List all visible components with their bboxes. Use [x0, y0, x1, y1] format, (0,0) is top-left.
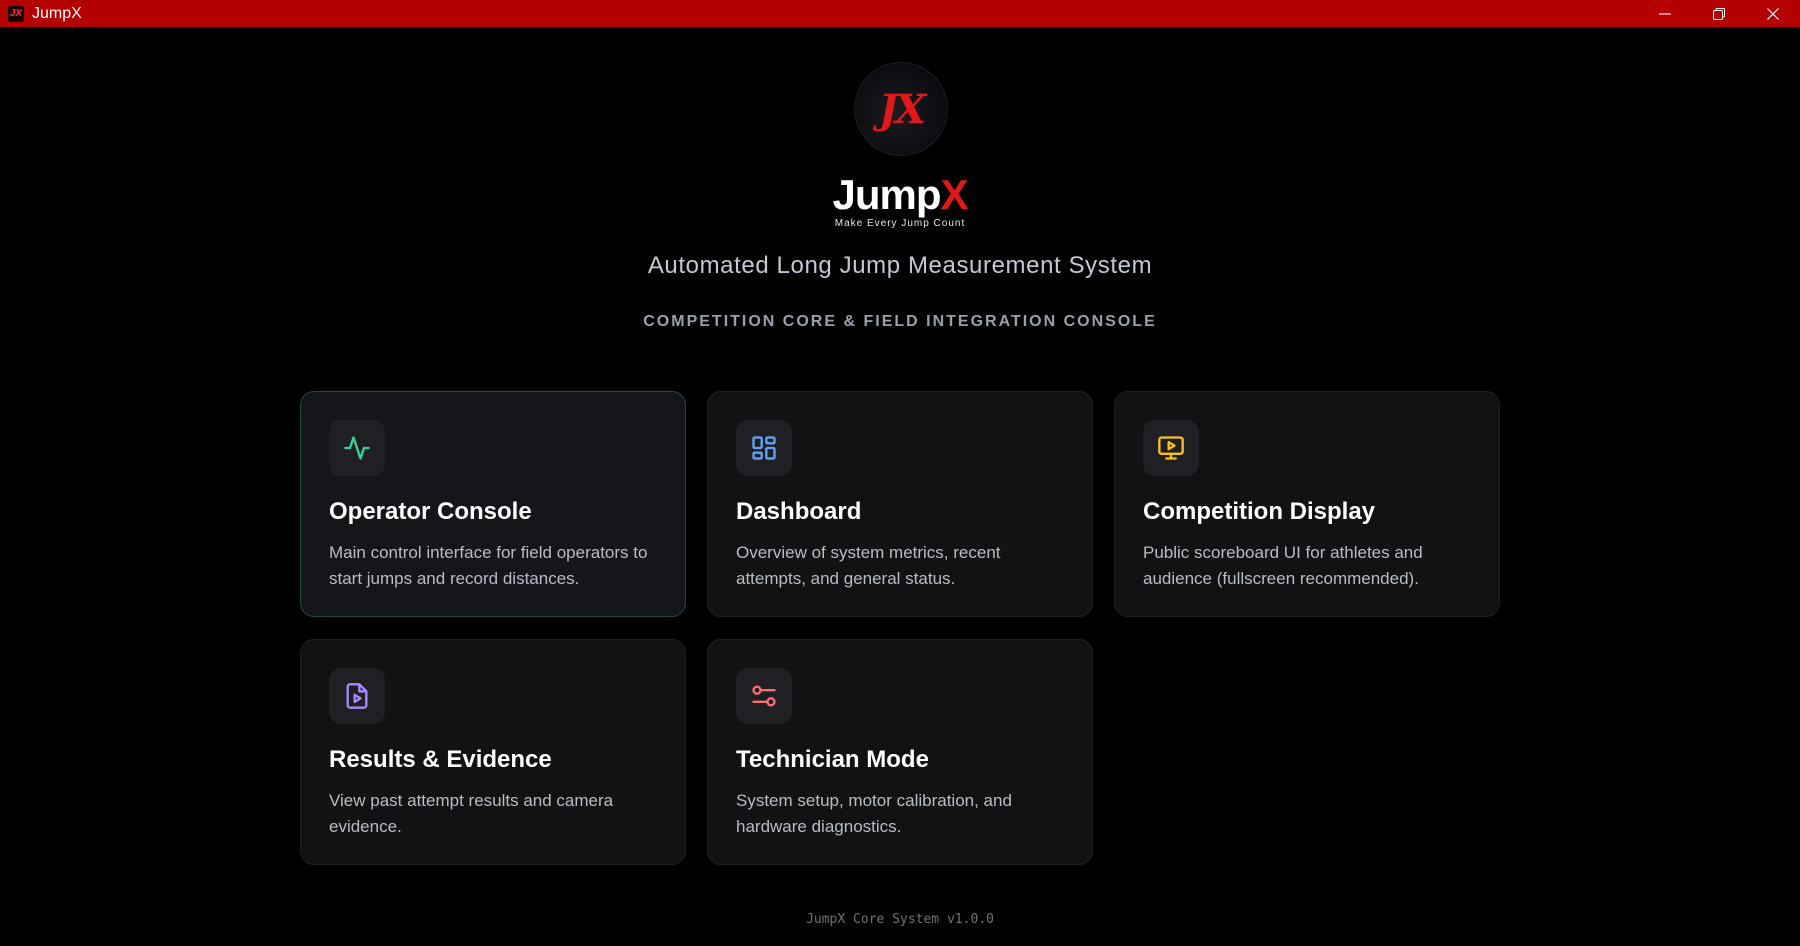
- brand-logo-mark: JX: [879, 85, 926, 133]
- brand-tagline: Make Every Jump Count: [834, 218, 966, 229]
- brand-name-main: Jump: [832, 171, 941, 218]
- version-footer: JumpX Core System v1.0.0: [806, 912, 994, 927]
- operator-console-card[interactable]: Operator Console Main control interface …: [300, 391, 686, 617]
- app-logo-icon: JX: [8, 5, 24, 22]
- card-description: Overview of system metrics, recent attem…: [736, 543, 1001, 588]
- restore-icon: [1713, 7, 1725, 20]
- minimize-icon: [1659, 13, 1671, 14]
- window-title: JumpX: [32, 4, 82, 22]
- card-description: System setup, motor calibration, and har…: [736, 791, 1012, 836]
- brand-wordmark: JumpX Make Every Jump Count: [0, 174, 1800, 230]
- console-label: COMPETITION CORE & FIELD INTEGRATION CON…: [643, 313, 1157, 330]
- close-button[interactable]: [1746, 0, 1800, 27]
- page-subtitle: Automated Long Jump Measurement System: [647, 252, 1153, 279]
- card-title: Operator Console: [329, 498, 532, 525]
- brand-name: JumpX: [0, 174, 1800, 216]
- activity-icon: [329, 420, 385, 476]
- brand-logo: JX: [854, 62, 948, 156]
- card-description: View past attempt results and camera evi…: [329, 791, 614, 836]
- technician-mode-card[interactable]: Technician Mode System setup, motor cali…: [707, 639, 1093, 865]
- sliders-icon: [736, 668, 792, 724]
- card-title: Results & Evidence: [329, 746, 552, 773]
- card-description: Public scoreboard UI for athletes and au…: [1143, 543, 1423, 588]
- close-icon: [1767, 7, 1779, 20]
- card-description: Main control interface for field operato…: [329, 543, 648, 588]
- results-evidence-card[interactable]: Results & Evidence View past attempt res…: [300, 639, 686, 865]
- competition-display-card[interactable]: Competition Display Public scoreboard UI…: [1114, 391, 1500, 617]
- window-controls: [1638, 0, 1800, 27]
- card-title: Technician Mode: [736, 746, 929, 773]
- card-title: Dashboard: [736, 498, 862, 525]
- dashboard-card[interactable]: Dashboard Overview of system metrics, re…: [707, 391, 1093, 617]
- presentation-icon: [1143, 420, 1199, 476]
- minimize-button[interactable]: [1638, 0, 1692, 27]
- file-video-icon: [329, 668, 385, 724]
- title-bar: JX JumpX: [0, 0, 1800, 27]
- grid-icon: [736, 420, 792, 476]
- app-logo-mark: JX: [9, 8, 23, 19]
- brand-name-accent: X: [940, 171, 969, 218]
- card-title: Competition Display: [1143, 498, 1376, 525]
- restore-button[interactable]: [1692, 0, 1746, 27]
